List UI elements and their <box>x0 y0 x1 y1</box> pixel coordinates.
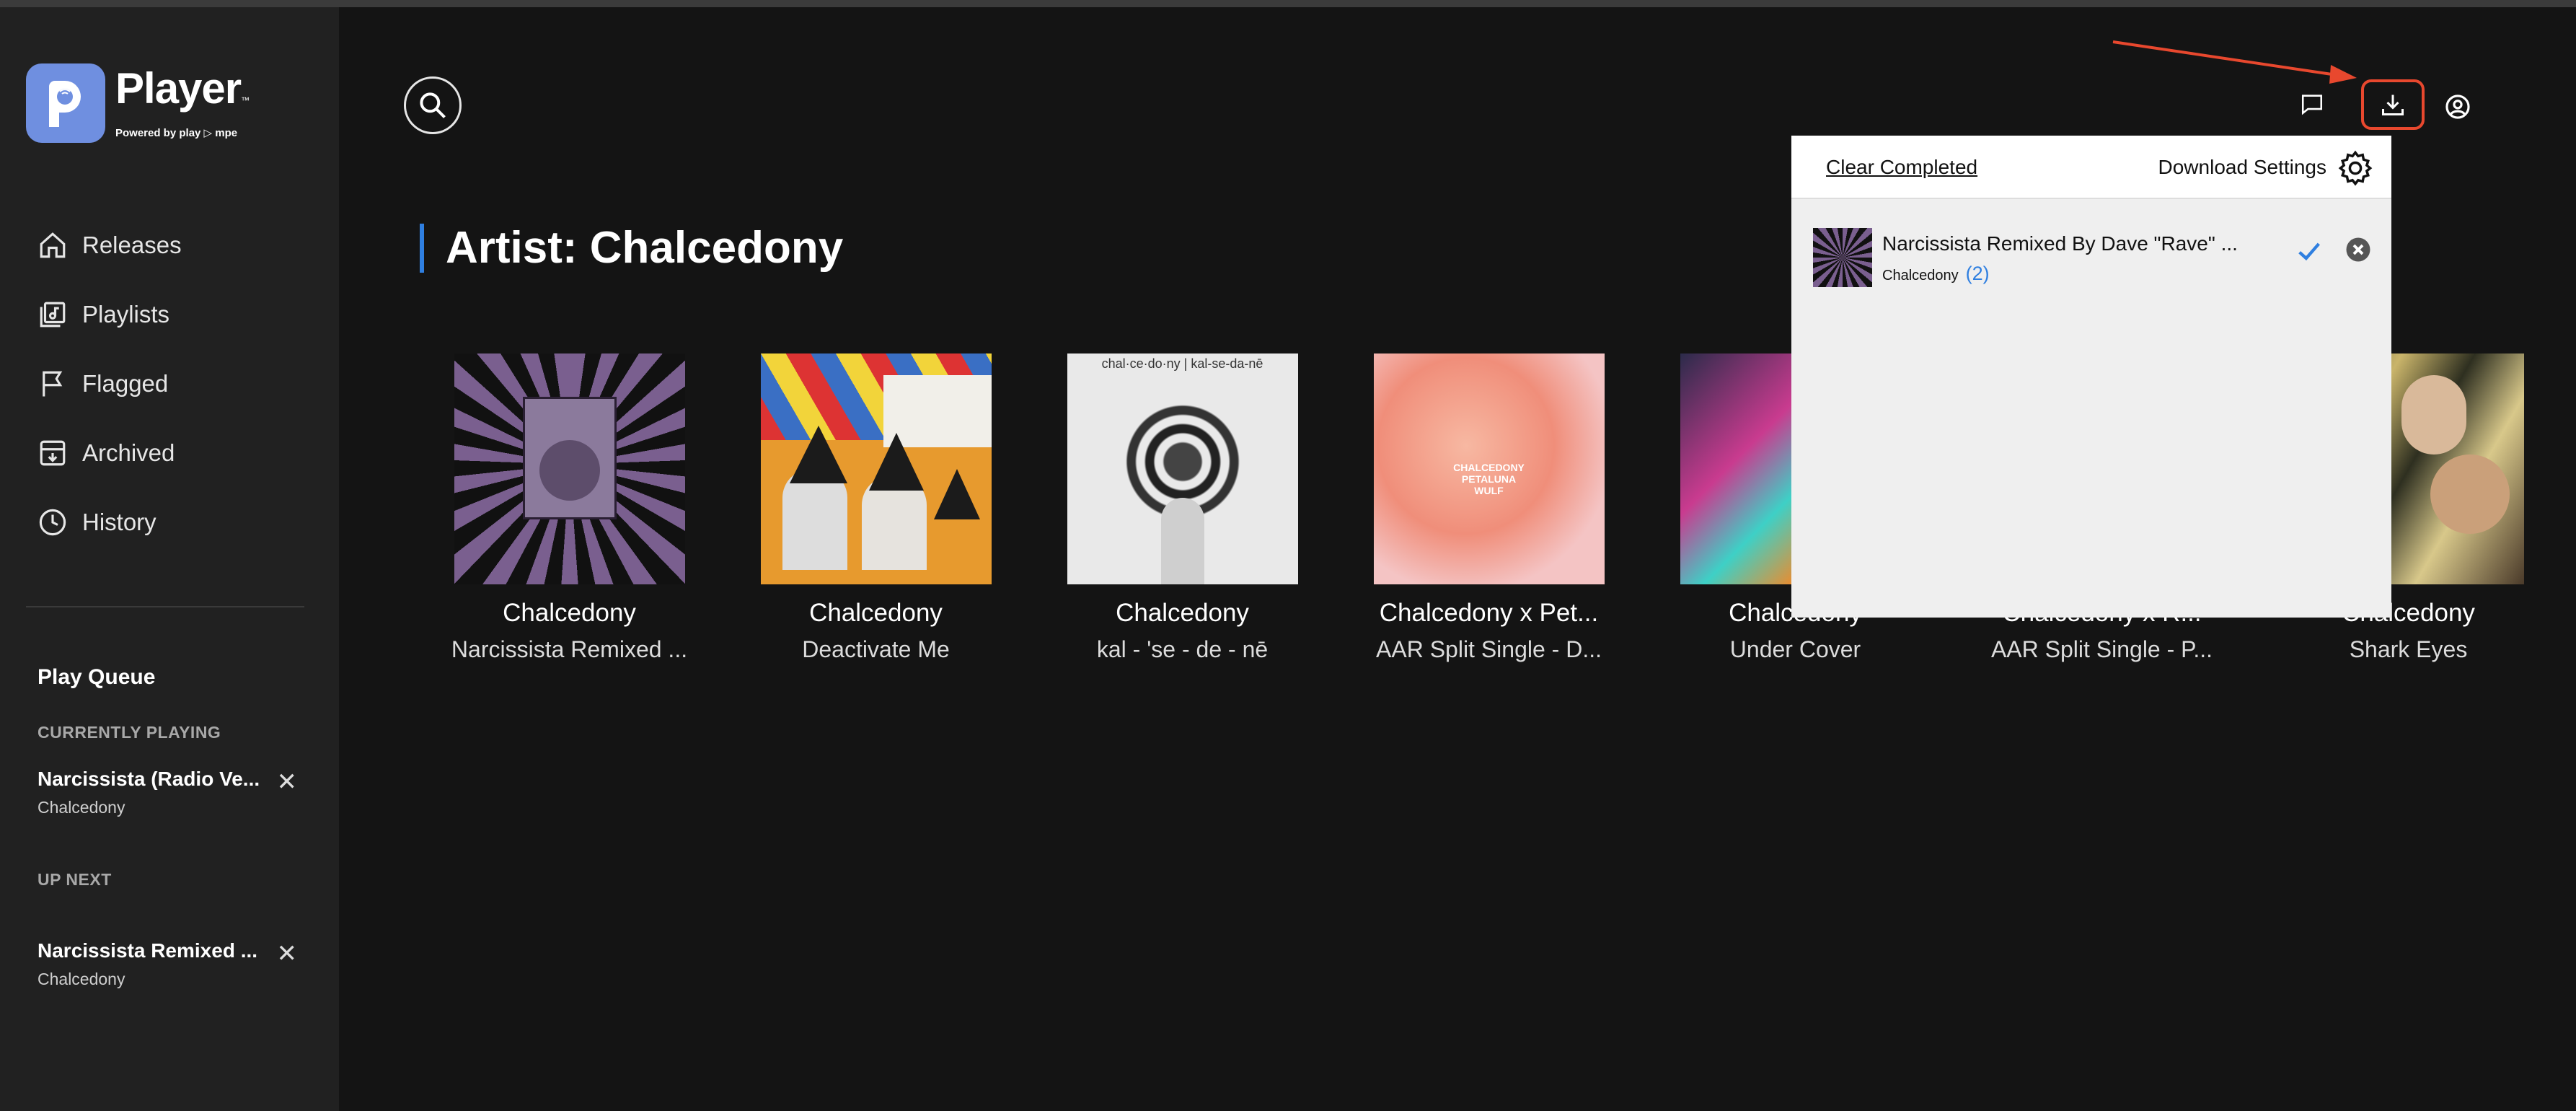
album-subtitle: AAR Split Single - D... <box>1376 636 1602 662</box>
download-item[interactable]: Narcissista Remixed By Dave "Rave" ... C… <box>1813 228 2376 290</box>
album-subtitle: Shark Eyes <box>2349 636 2468 662</box>
queue-item-title: Narcissista (Radio Ve... <box>38 768 260 790</box>
play-queue-title: Play Queue <box>38 665 156 689</box>
close-icon[interactable]: ✕ <box>277 768 298 796</box>
album-title: Chalcedony <box>809 599 943 627</box>
sidebar-item-archived[interactable]: Archived <box>38 418 182 488</box>
sidebar-item-label: Playlists <box>82 301 170 328</box>
cover-caption: CHALCEDONY PETALUNA WULF <box>1453 462 1525 496</box>
messages-button[interactable] <box>2298 89 2326 118</box>
downloads-button[interactable] <box>2361 79 2425 130</box>
close-icon[interactable]: ✕ <box>277 939 298 968</box>
chat-icon <box>2301 95 2323 115</box>
album-subtitle: Deactivate Me <box>802 636 950 662</box>
sidebar-item-flagged[interactable]: Flagged <box>38 349 182 418</box>
queue-item-next[interactable]: Narcissista Remixed ... Chalcedony ✕ <box>38 939 297 989</box>
page-title: Artist: Chalcedony <box>420 224 843 273</box>
playlist-icon <box>40 302 66 328</box>
cover-caption: chal·ce·do·ny | kal-se-da-nē <box>1101 356 1263 371</box>
album-cover: CHALCEDONY PETALUNA WULF <box>1373 354 1605 584</box>
home-icon <box>40 232 66 258</box>
brand-subtitle: Powered by play ▷ mpe <box>115 127 238 139</box>
album-subtitle: AAR Split Single - P... <box>1990 636 2213 662</box>
download-settings-button[interactable]: Download Settings <box>2158 149 2374 186</box>
sidebar-item-label: Releases <box>82 232 182 258</box>
player-logo[interactable]: Player™ Powered by play ▷ mpe <box>26 63 250 143</box>
download-thumbnail <box>1813 228 1872 287</box>
sidebar-item-label: Flagged <box>82 370 169 397</box>
brand-title: Player™ <box>115 64 250 113</box>
downloads-panel-header: Clear Completed Download Settings <box>1791 136 2391 199</box>
sidebar-item-playlists[interactable]: Playlists <box>38 280 182 349</box>
clear-completed-button[interactable]: Clear Completed <box>1826 156 1977 179</box>
download-artist: Chalcedony <box>1882 268 1959 284</box>
window-top-bar <box>0 0 2576 7</box>
archive-icon <box>40 440 66 466</box>
sidebar-divider <box>26 606 304 607</box>
sidebar-item-label: History <box>82 509 156 535</box>
up-next-label: UP NEXT <box>38 870 112 889</box>
album-card[interactable]: chal·ce·do·ny | kal-se-da-nē Chalcedony … <box>1029 354 1336 663</box>
album-title: Chalcedony <box>503 599 636 627</box>
sidebar-item-releases[interactable]: Releases <box>38 211 182 280</box>
album-cover: chal·ce·do·ny | kal-se-da-nē <box>1067 354 1298 584</box>
sidebar-item-history[interactable]: History <box>38 488 182 557</box>
download-title: Narcissista Remixed By Dave "Rave" ... <box>1882 232 2238 255</box>
account-button[interactable] <box>2442 91 2474 123</box>
gear-icon <box>2338 150 2373 186</box>
flag-icon <box>43 371 63 397</box>
check-icon <box>2298 242 2320 261</box>
album-subtitle: Narcissista Remixed ... <box>451 636 688 662</box>
search-icon <box>420 92 446 118</box>
sidebar: Player™ Powered by play ▷ mpe Releases P… <box>0 7 339 1111</box>
currently-playing-label: CURRENTLY PLAYING <box>38 723 221 742</box>
album-title: Chalcedony x Pet... <box>1379 599 1599 627</box>
queue-item-current[interactable]: Narcissista (Radio Ve... Chalcedony ✕ <box>38 768 297 817</box>
sidebar-item-label: Archived <box>82 439 175 466</box>
download-artist-line: Chalcedony (2) <box>1882 263 1990 285</box>
queue-item-artist: Chalcedony <box>38 798 125 817</box>
clock-icon <box>39 509 66 536</box>
downloads-panel: Clear Completed Download Settings Narcis… <box>1791 136 2391 618</box>
album-cover <box>760 354 992 584</box>
search-button[interactable] <box>404 76 462 134</box>
album-title: Chalcedony <box>1116 599 1249 627</box>
album-card[interactable]: CHALCEDONY PETALUNA WULF Chalcedony x Pe… <box>1336 354 1642 663</box>
logo-icon <box>26 63 105 143</box>
album-subtitle: kal - 'se - de - nē <box>1096 636 1269 662</box>
album-cover <box>454 354 685 584</box>
download-settings-label: Download Settings <box>2158 156 2326 178</box>
album-card[interactable]: Chalcedony Deactivate Me <box>723 354 1029 663</box>
download-icon <box>2382 95 2404 115</box>
queue-item-artist: Chalcedony <box>38 970 125 988</box>
album-card[interactable]: Chalcedony Narcissista Remixed ... <box>416 354 723 663</box>
sidebar-nav: Releases Playlists Flagged Archived Hist… <box>38 211 182 557</box>
remove-icon[interactable] <box>2345 237 2371 263</box>
queue-item-title: Narcissista Remixed ... <box>38 939 258 962</box>
download-count: (2) <box>1965 263 1990 284</box>
user-icon <box>2445 95 2470 119</box>
album-subtitle: Under Cover <box>1729 636 1861 662</box>
